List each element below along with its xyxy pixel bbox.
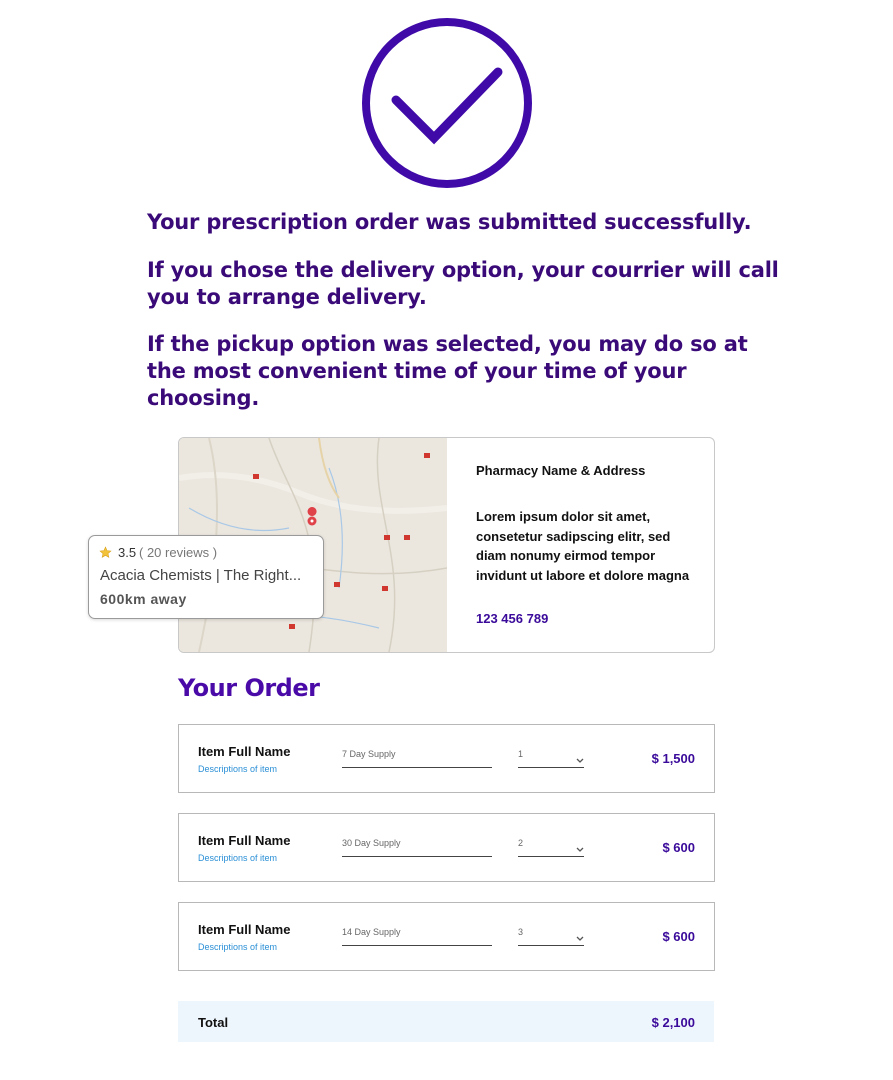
review-count: ( 20 reviews ) <box>139 545 218 560</box>
star-icon <box>99 546 112 564</box>
supply-select[interactable]: 7 Day Supply <box>342 747 492 768</box>
order-item: Item Full Name Descriptions of item 30 D… <box>178 813 715 882</box>
chevron-down-icon <box>576 751 584 769</box>
pharmacy-popup[interactable]: 3.5 ( 20 reviews ) Acacia Chemists | The… <box>88 535 324 619</box>
order-item: Item Full Name Descriptions of item 14 D… <box>178 902 715 971</box>
popup-pharmacy-name: Acacia Chemists | The Right... <box>100 567 302 584</box>
item-price: $ 600 <box>662 840 695 855</box>
check-circle-icon <box>358 14 536 192</box>
success-message: Your prescription order was submitted su… <box>147 210 752 234</box>
supply-value: 14 Day Supply <box>342 927 401 937</box>
quantity-select[interactable]: 2 <box>518 836 584 857</box>
item-name: Item Full Name <box>198 833 291 848</box>
quantity-value: 3 <box>518 927 524 937</box>
order-title: Your Order <box>178 674 320 702</box>
quantity-select[interactable]: 1 <box>518 747 584 768</box>
order-item: Item Full Name Descriptions of item 7 Da… <box>178 724 715 793</box>
pharmacy-name: Pharmacy Name & Address <box>476 463 646 478</box>
pharmacy-phone[interactable]: 123 456 789 <box>476 611 548 626</box>
popup-distance: 600km away <box>100 591 187 607</box>
item-price: $ 1,500 <box>651 751 695 766</box>
supply-value: 30 Day Supply <box>342 838 401 848</box>
total-value: $ 2,100 <box>651 1015 695 1030</box>
pickup-message: If the pickup option was selected, you m… <box>147 332 748 410</box>
supply-select[interactable]: 14 Day Supply <box>342 925 492 946</box>
item-name: Item Full Name <box>198 744 291 759</box>
quantity-select[interactable]: 3 <box>518 925 584 946</box>
item-name: Item Full Name <box>198 922 291 937</box>
order-total: Total $ 2,100 <box>178 1001 714 1042</box>
quantity-value: 1 <box>518 749 524 759</box>
item-description: Descriptions of item <box>198 942 278 952</box>
quantity-value: 2 <box>518 838 524 848</box>
chevron-down-icon <box>576 929 584 947</box>
rating-value: 3.5 <box>118 545 137 560</box>
chevron-down-icon <box>576 840 584 858</box>
item-description: Descriptions of item <box>198 764 278 774</box>
item-price: $ 600 <box>662 929 695 944</box>
total-label: Total <box>198 1015 229 1030</box>
item-description: Descriptions of item <box>198 853 278 863</box>
supply-value: 7 Day Supply <box>342 749 396 759</box>
supply-select[interactable]: 30 Day Supply <box>342 836 492 857</box>
delivery-message: If you chose the delivery option, your c… <box>147 258 779 309</box>
pharmacy-address: Lorem ipsum dolor sit amet, consetetur s… <box>476 509 690 583</box>
